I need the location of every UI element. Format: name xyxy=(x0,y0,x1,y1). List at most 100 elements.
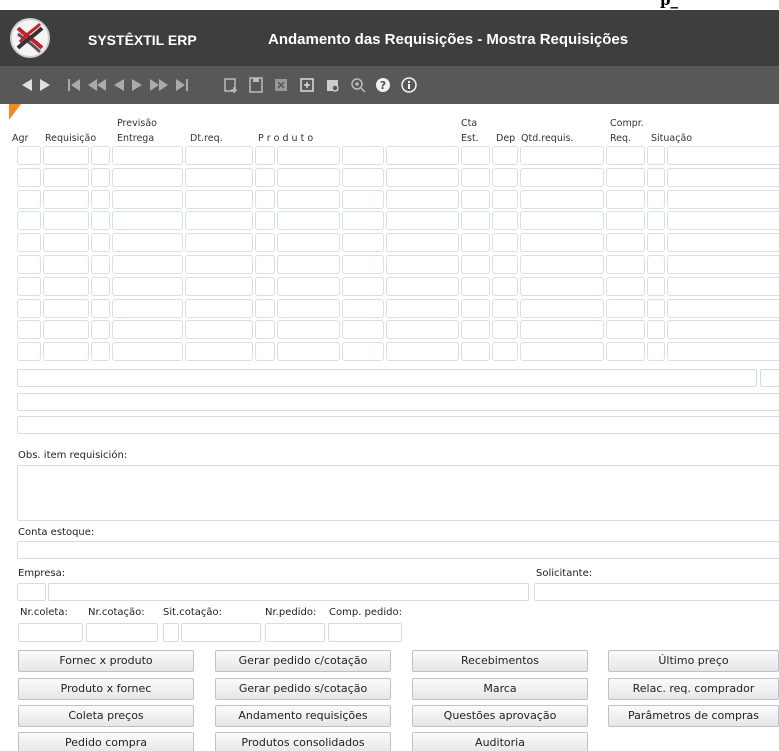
grid-cell-produto-desc[interactable] xyxy=(386,233,459,253)
grid-cell-produto-desc[interactable] xyxy=(386,255,459,274)
grid-cell-req-suffix[interactable] xyxy=(91,167,110,187)
grid-cell-qtd-requis[interactable] xyxy=(520,211,604,231)
grid-cell-situacao-code[interactable] xyxy=(647,342,665,362)
grid-cell-cta-est[interactable] xyxy=(461,189,490,209)
grid-cell-requisicao[interactable] xyxy=(43,189,89,209)
grid-cell-produto-code[interactable] xyxy=(277,211,340,231)
grid-cell-dt-req[interactable] xyxy=(185,189,253,209)
grid-cell-cta-est[interactable] xyxy=(461,146,490,165)
grid-cell-situacao[interactable] xyxy=(667,255,779,274)
grid-cell-agr[interactable] xyxy=(17,276,41,296)
grid-cell-compr-req[interactable] xyxy=(606,255,645,274)
questoes-aprovacao-button[interactable]: Questões aprovação xyxy=(412,705,588,727)
grid-cell-compr-req[interactable] xyxy=(606,167,645,187)
grid-cell-produto-sub[interactable] xyxy=(342,342,384,362)
grid-cell-previsao-entrega[interactable] xyxy=(112,167,183,187)
grid-cell-agr[interactable] xyxy=(17,211,41,231)
grid-cell-req-suffix[interactable] xyxy=(91,342,110,362)
auditoria-button[interactable]: Auditoria xyxy=(412,732,588,751)
relac-req-comprador-button[interactable]: Relac. req. comprador xyxy=(608,678,779,700)
grid-cell-produto-prefix[interactable] xyxy=(255,146,275,165)
grid-cell-situacao-code[interactable] xyxy=(647,146,665,165)
grid-cell-produto-sub[interactable] xyxy=(342,233,384,253)
grid-cell-req-suffix[interactable] xyxy=(91,320,110,340)
grid-cell-produto-code[interactable] xyxy=(277,189,340,209)
grid-cell-requisicao[interactable] xyxy=(43,146,89,165)
grid-cell-produto-prefix[interactable] xyxy=(255,233,275,253)
grid-cell-situacao-code[interactable] xyxy=(647,276,665,296)
marca-button[interactable]: Marca xyxy=(412,678,588,700)
grid-cell-requisicao[interactable] xyxy=(43,298,89,318)
grid-cell-compr-req[interactable] xyxy=(606,146,645,165)
grid-cell-previsao-entrega[interactable] xyxy=(112,211,183,231)
produtos-consolidados-button[interactable]: Produtos consolidados xyxy=(215,732,391,751)
grid-cell-produto-desc[interactable] xyxy=(386,146,459,165)
rewind-icon[interactable] xyxy=(86,75,108,95)
grid-cell-produto-code[interactable] xyxy=(277,255,340,274)
gerar-pedido-s-cotacao-button[interactable]: Gerar pedido s/cotação xyxy=(215,678,391,700)
grid-cell-dep[interactable] xyxy=(492,320,518,340)
grid-cell-agr[interactable] xyxy=(17,255,41,274)
pedido-compra-button[interactable]: Pedido compra xyxy=(18,732,194,751)
grid-cell-dt-req[interactable] xyxy=(185,233,253,253)
grid-cell-requisicao[interactable] xyxy=(43,233,89,253)
grid-cell-situacao[interactable] xyxy=(667,189,779,209)
conta-estoque-field[interactable] xyxy=(17,541,779,559)
grid-cell-produto-code[interactable] xyxy=(277,167,340,187)
empresa-name-field[interactable] xyxy=(48,583,529,601)
grid-cell-produto-sub[interactable] xyxy=(342,255,384,274)
grid-cell-dep[interactable] xyxy=(492,167,518,187)
grid-cell-dep[interactable] xyxy=(492,255,518,274)
grid-cell-produto-prefix[interactable] xyxy=(255,189,275,209)
grid-cell-compr-req[interactable] xyxy=(606,189,645,209)
grid-cell-situacao[interactable] xyxy=(667,146,779,165)
first-record-icon[interactable] xyxy=(66,75,82,95)
recebimentos-button[interactable]: Recebimentos xyxy=(412,650,588,672)
insert-icon[interactable] xyxy=(222,75,240,95)
prev-arrow-icon[interactable] xyxy=(20,75,34,95)
parametros-de-compras-button[interactable]: Parâmetros de compras xyxy=(608,705,779,727)
grid-cell-req-suffix[interactable] xyxy=(91,211,110,231)
grid-cell-produto-prefix[interactable] xyxy=(255,255,275,274)
grid-cell-compr-req[interactable] xyxy=(606,276,645,296)
grid-cell-cta-est[interactable] xyxy=(461,298,490,318)
grid-cell-previsao-entrega[interactable] xyxy=(112,276,183,296)
grid-cell-req-suffix[interactable] xyxy=(91,146,110,165)
grid-cell-produto-sub[interactable] xyxy=(342,298,384,318)
grid-cell-dt-req[interactable] xyxy=(185,211,253,231)
grid-cell-requisicao[interactable] xyxy=(43,276,89,296)
grid-cell-produto-sub[interactable] xyxy=(342,167,384,187)
grid-cell-situacao[interactable] xyxy=(667,167,779,187)
grid-cell-requisicao[interactable] xyxy=(43,342,89,362)
grid-cell-requisicao[interactable] xyxy=(43,211,89,231)
grid-cell-req-suffix[interactable] xyxy=(91,298,110,318)
step-back-icon[interactable] xyxy=(112,75,126,95)
grid-cell-dt-req[interactable] xyxy=(185,167,253,187)
grid-cell-situacao[interactable] xyxy=(667,342,779,362)
grid-cell-agr[interactable] xyxy=(17,233,41,253)
grid-cell-compr-req[interactable] xyxy=(606,211,645,231)
last-record-icon[interactable] xyxy=(174,75,190,95)
grid-cell-situacao[interactable] xyxy=(667,211,779,231)
grid-cell-cta-est[interactable] xyxy=(461,211,490,231)
grid-cell-cta-est[interactable] xyxy=(461,320,490,340)
empresa-code-field[interactable] xyxy=(17,583,46,601)
grid-cell-req-suffix[interactable] xyxy=(91,189,110,209)
solicitante-field[interactable] xyxy=(534,583,779,601)
grid-cell-produto-prefix[interactable] xyxy=(255,167,275,187)
grid-cell-produto-code[interactable] xyxy=(277,276,340,296)
sit-cotacao-code-field[interactable] xyxy=(163,623,179,642)
grid-cell-qtd-requis[interactable] xyxy=(520,167,604,187)
grid-cell-situacao[interactable] xyxy=(667,320,779,340)
grid-cell-requisicao[interactable] xyxy=(43,320,89,340)
grid-cell-dep[interactable] xyxy=(492,298,518,318)
grid-cell-dep[interactable] xyxy=(492,189,518,209)
grid-cell-qtd-requis[interactable] xyxy=(520,276,604,296)
grid-cell-previsao-entrega[interactable] xyxy=(112,189,183,209)
grid-cell-produto-sub[interactable] xyxy=(342,189,384,209)
grid-cell-produto-code[interactable] xyxy=(277,298,340,318)
grid-cell-qtd-requis[interactable] xyxy=(520,342,604,362)
nr-coleta-field[interactable] xyxy=(18,623,83,642)
grid-cell-qtd-requis[interactable] xyxy=(520,255,604,274)
grid-cell-produto-desc[interactable] xyxy=(386,189,459,209)
